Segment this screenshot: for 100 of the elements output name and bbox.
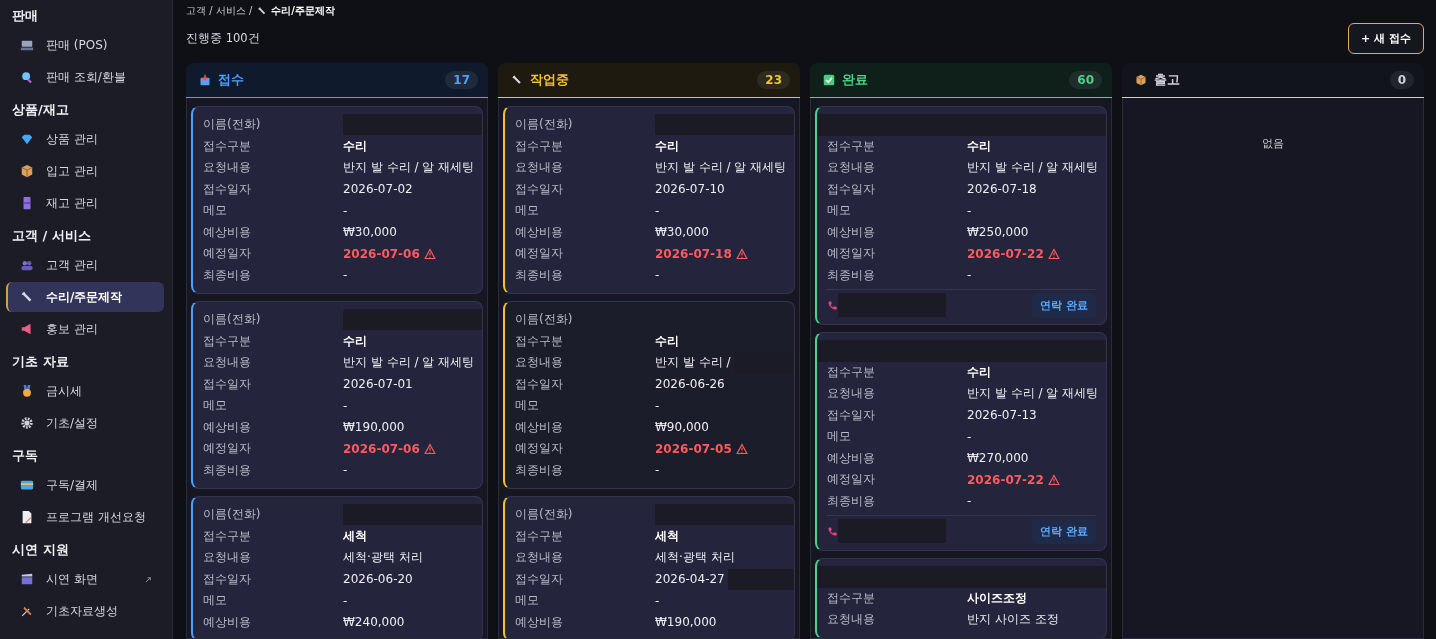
gem-icon [20,132,34,146]
section-heading: 고객 / 서비스 [11,227,92,245]
field-label: 메모 [515,397,540,415]
field-value: 수리 [967,137,991,155]
field-label: 요청내용 [827,385,876,403]
field-value: 세척·광택 처리 [343,549,423,567]
wrench-icon [20,290,34,304]
field-label: 요청내용 [515,354,564,372]
field-value: 수리 [343,137,367,155]
breadcrumb-item[interactable]: 고객 / 서비스 / [186,4,253,18]
nav-item[interactable]: 기초/설정 [6,408,164,438]
field-value: - [343,463,348,478]
field-label: 예상비용 [515,418,564,436]
nav-item[interactable]: 수리/주문제작 [6,282,164,312]
field-value: 반지 발 수리 / [655,354,731,372]
field-label: 최종비용 [515,266,564,284]
warning-icon [735,247,748,260]
column-title: 출고 [1154,71,1180,89]
order-card[interactable]: 접수구분 수리 요청내용 반지 발 수리 / 알 재세팅 접수일자 2026-07-13 메모 - 예상비용 ₩270,000 예정일자 2026-07-22 최종비용 - 연락 완료 [815,332,1107,551]
nav-item[interactable]: 고객 관리 [6,250,164,280]
field-value: - [655,593,660,608]
field-label: 메모 [515,592,540,610]
field-label: 이름(전화) [515,116,574,134]
field-label: 이름(전화) [515,311,574,329]
field-label: 메모 [827,202,852,220]
field-label: 예상비용 [827,449,876,467]
order-card[interactable]: 이름(전화) 접수구분 수리 요청내용 반지 발 수리 / 접수일자 2026-06-26 메모 - 예상비용 ₩90,000 예정일자 2026-07-05 최종비용 - [503,301,795,489]
order-card[interactable]: 이름(전화) 접수구분 세척 요청내용 세척·광택 처리 접수일자 2026-06-20 메모 - 예상비용 ₩240,000 [191,496,483,638]
field-value: - [343,203,348,218]
check-icon [823,74,835,86]
field-value: 2026-06-26 [655,377,725,392]
empty-message: 없음 [1261,136,1285,151]
field-label: 접수일자 [827,406,876,424]
field-label: 예상비용 [827,223,876,241]
nav-item[interactable]: 시연 화면 [6,564,164,594]
field-label: 요청내용 [515,549,564,567]
count-badge: 60 [1069,71,1102,89]
field-label: 접수일자 [203,570,252,588]
due-date: 2026-07-22 [967,246,1044,261]
field-value: 사이즈조정 [967,589,1027,607]
section-heading: 시연 지원 [11,541,70,559]
field-label: 접수구분 [515,527,564,545]
field-label: 접수일자 [515,180,564,198]
field-value: ₩190,000 [655,615,717,630]
field-label: 예상비용 [203,418,252,436]
nav-item[interactable]: 구독/결제 [6,470,164,500]
field-label: 이름(전화) [203,311,262,329]
contact-done-button[interactable]: 연락 완료 [1032,518,1096,544]
wrench-icon [257,6,268,16]
order-card[interactable]: 접수구분 수리 요청내용 반지 발 수리 / 알 재세팅 접수일자 2026-07-18 메모 - 예상비용 ₩250,000 예정일자 2026-07-22 최종비용 - 연락 완료 [815,106,1107,325]
field-label: 접수일자 [203,375,252,393]
field-label: 예정일자 [827,471,876,489]
nav-item[interactable]: 금시세 [6,376,164,406]
field-value: 반지 발 수리 / 알 재세팅 [655,159,787,177]
nav-item[interactable]: 프로그램 개선요청 [6,502,164,532]
field-label: 메모 [203,202,228,220]
field-label: 접수구분 [203,137,252,155]
clapper-icon [20,572,34,586]
nav-item[interactable]: 기초자료생성 [6,596,164,626]
field-value: 반지 발 수리 / 알 재세팅 [343,354,475,372]
field-label: 이름(전화) [515,506,574,524]
field-label: 요청내용 [203,159,252,177]
card-icon [20,478,34,492]
contact-done-button[interactable]: 연락 완료 [1032,292,1096,318]
field-value: 반지 발 수리 / 알 재세팅 [967,159,1099,177]
field-value: ₩240,000 [343,615,405,630]
column-title: 완료 [842,71,868,89]
field-value: - [343,398,348,413]
field-label: 접수구분 [827,363,876,381]
field-label: 메모 [515,202,540,220]
field-label: 예정일자 [515,245,564,263]
field-label: 예상비용 [515,223,564,241]
field-value: 반지 사이즈 조정 [967,611,1059,629]
search-icon [20,70,34,84]
order-card[interactable]: 이름(전화) 접수구분 수리 요청내용 반지 발 수리 / 알 재세팅 접수일자 2026-07-02 메모 - 예상비용 ₩30,000 예정일자 2026-07-06 최종비용 - [191,106,483,294]
nav-item[interactable]: 판매 조회/환불 [6,62,164,92]
field-label: 최종비용 [827,266,876,284]
due-date: 2026-07-06 [343,246,420,261]
field-label: 접수일자 [203,180,252,198]
tools-icon [20,604,34,618]
column-title: 접수 [218,71,244,89]
field-value: - [655,268,660,283]
field-value: 2026-06-20 [343,572,413,587]
nav-item[interactable]: 홍보 관리 [6,314,164,344]
nav-item[interactable]: 상품 관리 [6,124,164,154]
order-card[interactable]: 이름(전화) 접수구분 수리 요청내용 반지 발 수리 / 알 재세팅 접수일자 2026-07-01 메모 - 예상비용 ₩190,000 예정일자 2026-07-06 최종비용 - [191,301,483,489]
order-card[interactable]: 이름(전화) 접수구분 수리 요청내용 반지 발 수리 / 알 재세팅 접수일자 2026-07-10 메모 - 예상비용 ₩30,000 예정일자 2026-07-18 최종비용 - [503,106,795,294]
field-value: 반지 발 수리 / 알 재세팅 [967,385,1099,403]
new-request-button[interactable]: + 새 접수 [1348,22,1424,54]
field-value: 세척·광택 처리 [655,549,735,567]
field-label: 예정일자 [203,245,252,263]
nav-item[interactable]: 입고 관리 [6,156,164,186]
warning-icon [1047,247,1060,260]
nav-item[interactable]: 판매 (POS) [6,30,164,60]
nav-item[interactable]: 재고 관리 [6,188,164,218]
field-value: 2026-07-01 [343,377,413,392]
order-card[interactable]: 이름(전화) 접수구분 세척 요청내용 세척·광택 처리 접수일자 2026-04-27 메모 - 예상비용 ₩190,000 [503,496,795,638]
order-card[interactable]: 접수구분 사이즈조정 요청내용 반지 사이즈 조정 [815,558,1107,638]
warning-icon [735,442,748,455]
field-value: 2026-07-13 [967,408,1037,423]
